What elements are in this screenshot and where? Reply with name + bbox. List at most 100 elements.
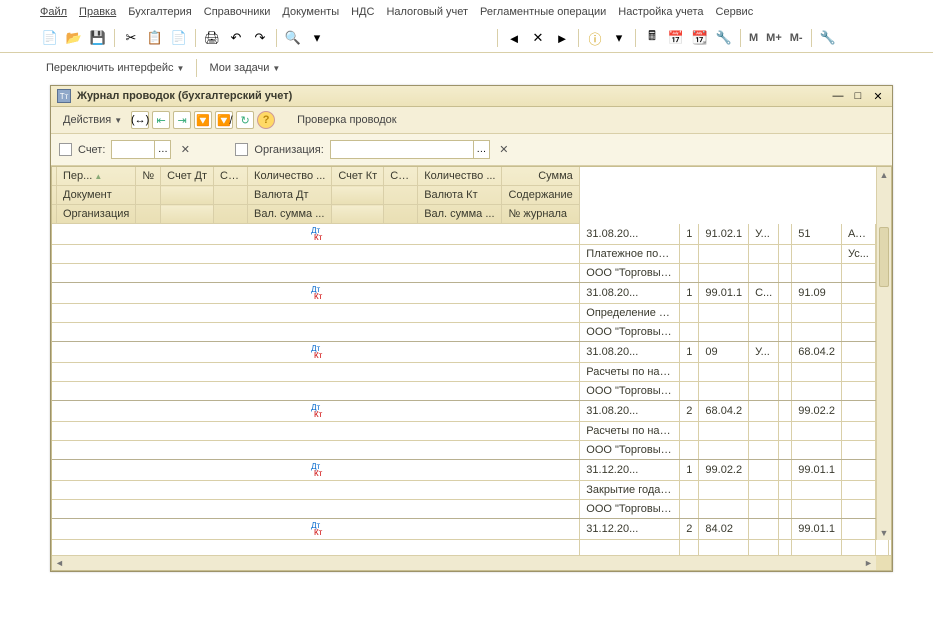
cell-content[interactable] <box>888 540 891 556</box>
info-dd-icon[interactable]: ▾ <box>609 28 629 48</box>
cell-acct-kt[interactable]: 99.02.2 <box>792 401 842 422</box>
scroll-thumb-v[interactable] <box>879 227 889 287</box>
cell-doc[interactable]: Закрытие года 000... <box>580 481 680 500</box>
header-7[interactable]: Су... <box>384 167 418 186</box>
cell-org[interactable]: ООО "Торговый До... <box>580 441 680 460</box>
org-input[interactable]: … <box>330 140 490 159</box>
menu-edit[interactable]: Правка <box>79 6 116 18</box>
header-8[interactable]: Количество ... <box>418 167 502 186</box>
cell-acct-kt[interactable]: 99.01.1 <box>792 519 842 540</box>
tools-icon[interactable]: 🔧 <box>714 28 734 48</box>
scroll-up-icon[interactable]: ▲ <box>877 167 891 182</box>
cell-acct-kt[interactable]: 68.04.2 <box>792 342 842 363</box>
scrollbar-vertical[interactable]: ▲ ▼ <box>876 167 891 540</box>
cell-val-dt[interactable] <box>779 481 792 500</box>
cell-org[interactable]: ООО "Торговый До... <box>580 323 680 342</box>
goto-first-icon[interactable]: ⇤ <box>152 111 170 129</box>
cell-val-dt[interactable] <box>779 422 792 441</box>
cell-sub-dt[interactable]: С... <box>749 283 779 304</box>
cell-acct-kt[interactable]: 51 <box>792 224 842 245</box>
account-checkbox[interactable] <box>59 143 72 156</box>
menu-tax[interactable]: Налоговый учет <box>386 6 468 18</box>
cell-acct-dt[interactable]: 99.01.1 <box>699 283 749 304</box>
cell-doc[interactable]: Определение фина... <box>580 304 680 323</box>
calendar2-icon[interactable]: 📆 <box>690 28 710 48</box>
cell-doc[interactable]: Расчеты по налогу ... <box>580 422 680 441</box>
open-icon[interactable]: 📂 <box>64 28 84 48</box>
search-dd-icon[interactable]: ▾ <box>307 28 327 48</box>
header-3[interactable]: Счет Дт <box>161 167 214 186</box>
account-picker-icon[interactable]: … <box>154 141 170 158</box>
cell-date[interactable]: 31.08.20... <box>580 224 680 245</box>
cell-acct-dt[interactable]: 68.04.2 <box>699 401 749 422</box>
cell-num[interactable]: 1 <box>680 224 699 245</box>
cell-sub-kt[interactable] <box>841 283 875 304</box>
cell-acct-dt[interactable]: 84.02 <box>699 519 749 540</box>
org-clear-icon[interactable]: ✕ <box>496 140 512 159</box>
cell-org[interactable]: ООО "Торговый До... <box>580 264 680 283</box>
scroll-right-icon[interactable]: ► <box>861 556 876 570</box>
close-button[interactable]: ✕ <box>870 89 886 103</box>
header-val-kt[interactable]: Валюта Кт <box>418 186 502 205</box>
help-icon[interactable]: ? <box>257 111 275 129</box>
org-picker-icon[interactable]: … <box>473 141 489 158</box>
scrollbar-horizontal[interactable]: ◄ ► <box>52 555 891 570</box>
memory-mplus-button[interactable]: M+ <box>764 32 784 44</box>
new-doc-icon[interactable]: 📄 <box>40 28 60 48</box>
header-4[interactable]: Су... <box>214 167 248 186</box>
nav-left-icon[interactable]: ◄ <box>504 28 524 48</box>
cell-doc[interactable] <box>580 540 680 556</box>
header-5[interactable]: Количество ... <box>248 167 332 186</box>
cell-sub-dt[interactable] <box>749 401 779 422</box>
org-checkbox[interactable] <box>235 143 248 156</box>
menu-settings[interactable]: Настройка учета <box>618 6 703 18</box>
print-icon[interactable]: 🖨 <box>202 28 222 48</box>
cell-sub-dt[interactable] <box>749 460 779 481</box>
menu-service[interactable]: Сервис <box>716 6 754 18</box>
cell-doc[interactable]: Расчеты по налогу ... <box>580 363 680 382</box>
calendar-icon[interactable]: 📅 <box>666 28 686 48</box>
header-vs-dt[interactable]: Вал. сумма ... <box>248 205 332 224</box>
cell-org[interactable]: ООО "Торговый До... <box>580 382 680 401</box>
cell-date[interactable]: 31.08.20... <box>580 342 680 363</box>
copy-icon[interactable]: 📋 <box>145 28 165 48</box>
cell-date[interactable]: 31.08.20... <box>580 401 680 422</box>
cell-sub-kt[interactable] <box>841 401 875 422</box>
menu-directories[interactable]: Справочники <box>204 6 271 18</box>
cell-sub-kt[interactable] <box>841 460 875 481</box>
calc-icon[interactable]: 🖩 <box>642 28 662 48</box>
cell-val-dt[interactable] <box>779 540 792 556</box>
cell-sub-kt[interactable] <box>841 519 875 540</box>
cell-val-dt[interactable] <box>779 245 792 264</box>
filter-icon[interactable]: 🔽 <box>194 111 212 129</box>
scroll-left-icon[interactable]: ◄ <box>52 556 67 570</box>
redo-icon[interactable]: ↷ <box>250 28 270 48</box>
cell-num[interactable]: 1 <box>680 283 699 304</box>
cell-acct-kt[interactable]: 99.01.1 <box>792 460 842 481</box>
nav-right-icon[interactable]: ► <box>552 28 572 48</box>
cell-sub-kt[interactable] <box>841 342 875 363</box>
cell-val-dt[interactable] <box>779 363 792 382</box>
search-icon[interactable]: 🔍 <box>283 28 303 48</box>
info-icon[interactable]: ⓘ <box>585 28 605 48</box>
scroll-down-icon[interactable]: ▼ <box>877 525 891 540</box>
header-val-dt[interactable]: Валюта Дт <box>248 186 332 205</box>
memory-m-button[interactable]: M <box>747 32 760 44</box>
cell-acct-dt[interactable]: 99.02.2 <box>699 460 749 481</box>
menu-reg-ops[interactable]: Регламентные операции <box>480 6 606 18</box>
menu-file[interactable]: Файл <box>40 6 67 18</box>
paste-icon[interactable]: 📄 <box>169 28 189 48</box>
cell-num[interactable]: 1 <box>680 460 699 481</box>
goto-last-icon[interactable]: ⇥ <box>173 111 191 129</box>
cell-val-kt-sub[interactable] <box>841 304 875 323</box>
cell-doc[interactable]: Платежное поручен... <box>580 245 680 264</box>
cell-date[interactable]: 31.08.20... <box>580 283 680 304</box>
header-6[interactable]: Счет Кт <box>332 167 384 186</box>
cell-date[interactable]: 31.12.20... <box>580 460 680 481</box>
memory-mminus-button[interactable]: M- <box>788 32 805 44</box>
actions-button[interactable]: Действия▼ <box>57 111 128 129</box>
cell-val-dt[interactable] <box>779 304 792 323</box>
header-1[interactable]: Пер...▲ <box>57 167 136 186</box>
cell-qty-dt[interactable] <box>779 401 792 422</box>
menu-documents[interactable]: Документы <box>282 6 339 18</box>
